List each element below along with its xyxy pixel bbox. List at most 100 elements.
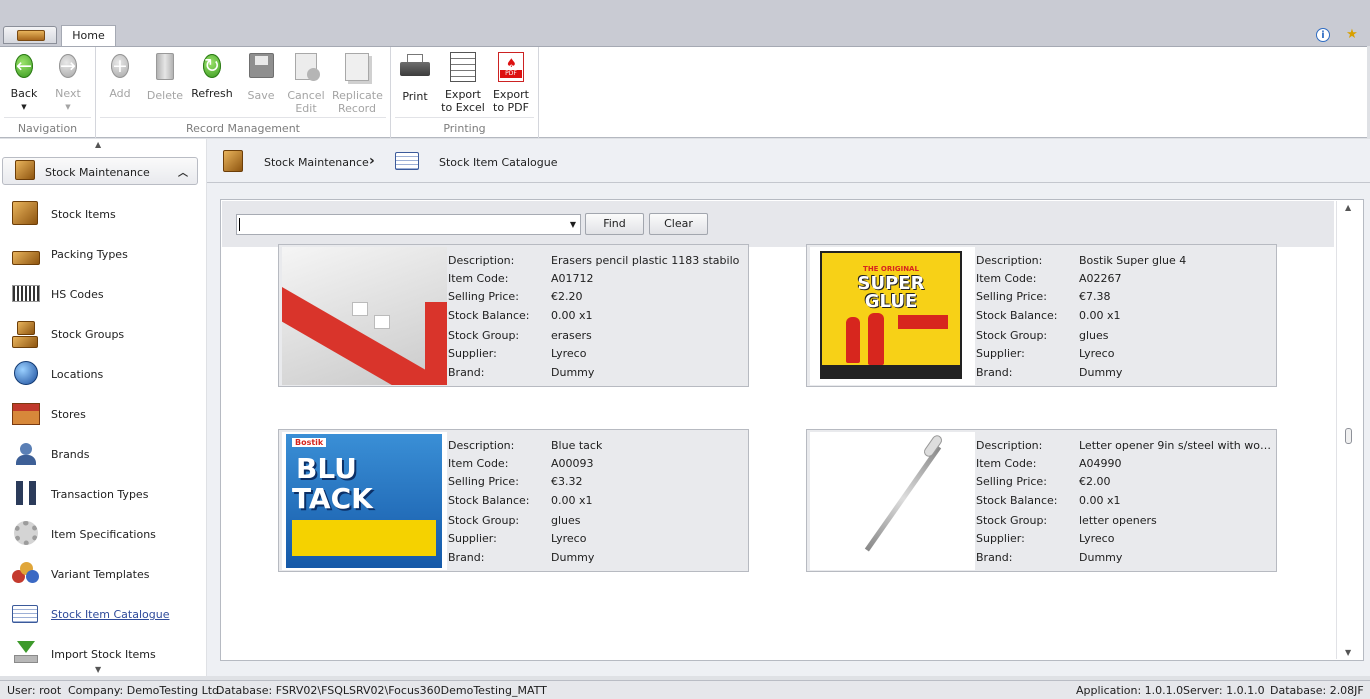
next-button[interactable]: → Next ▼: [46, 51, 90, 114]
printer-icon: [400, 54, 430, 86]
chevron-up-icon: ︿: [178, 168, 188, 179]
status-application: Application: 1.0.1.0: [1076, 684, 1184, 697]
find-button[interactable]: Find: [585, 213, 644, 235]
clear-button[interactable]: Clear: [649, 213, 708, 235]
field-value-supplier: Lyreco: [1079, 532, 1115, 545]
field-label-price: Selling Price:: [448, 290, 519, 303]
replicate-icon: [342, 53, 372, 85]
record-management-group-label: Record Management: [96, 117, 390, 135]
delete-label: Delete: [146, 89, 184, 102]
scroll-up-icon[interactable]: ▲: [1345, 203, 1351, 212]
barcode-icon: [12, 281, 40, 307]
field-label-brand: Brand:: [448, 366, 485, 379]
sidebar-item-brands[interactable]: Brands: [0, 434, 206, 474]
next-label: Next: [55, 87, 81, 100]
navigation-group-label: Navigation: [0, 117, 95, 135]
scrollbar-thumb[interactable]: [1345, 428, 1352, 444]
field-label-price: Selling Price:: [976, 290, 1047, 303]
excel-label-line1: Export: [444, 88, 481, 101]
print-button[interactable]: Print: [393, 51, 437, 103]
cancel-edit-button[interactable]: Cancel Edit: [284, 51, 328, 115]
field-label-brand: Brand:: [976, 551, 1013, 564]
sidebar-item-stock-item-catalogue[interactable]: Stock Item Catalogue: [0, 594, 206, 634]
printing-group-label: Printing: [391, 117, 538, 135]
sidebar-item-stores[interactable]: Stores: [0, 394, 206, 434]
catalogue-card[interactable]: Bostik BLU TACK Description: Blue tack Item C…: [278, 429, 749, 572]
sidebar-item-item-specifications[interactable]: Item Specifications: [0, 514, 206, 554]
sidebar-item-label: Stock Item Catalogue: [51, 608, 170, 621]
field-value-balance: 0.00 x1: [1079, 309, 1121, 322]
catalogue-card[interactable]: THE ORIGINAL SUPER GLUE Description: Bostik …: [806, 244, 1277, 387]
excel-label-line2: to Excel: [441, 101, 485, 114]
export-excel-button[interactable]: Export to Excel: [441, 51, 485, 114]
chevron-down-icon: ▼: [21, 103, 27, 111]
search-bar: ▼ Find Clear: [222, 201, 1334, 247]
add-button[interactable]: + Add: [98, 51, 142, 100]
pdf-icon: PDF ♠: [496, 52, 526, 84]
chevron-down-icon[interactable]: ▼: [570, 220, 576, 229]
save-button[interactable]: Save: [239, 51, 283, 102]
sidebar-item-label: Packing Types: [51, 248, 128, 261]
globe-icon: [12, 361, 40, 387]
cancel-edit-icon: [291, 53, 321, 85]
field-label-code: Item Code:: [976, 457, 1037, 470]
tab-home[interactable]: Home: [61, 25, 116, 47]
product-image[interactable]: THE ORIGINAL SUPER GLUE: [810, 247, 975, 385]
field-label-balance: Stock Balance:: [976, 494, 1058, 507]
sidebar-item-stock-groups[interactable]: Stock Groups: [0, 314, 206, 354]
status-user: User: root: [7, 684, 62, 697]
sidebar-item-stock-items[interactable]: Stock Items: [0, 194, 206, 234]
replicate-label-line2: Record: [337, 102, 376, 115]
catalogue-card[interactable]: Description: Erasers pencil plastic 1183 …: [278, 244, 749, 387]
field-value-code: A01712: [551, 272, 594, 285]
printing-group: Print Export to Excel PDF ♠ Export to PDF P…: [391, 47, 539, 138]
sidebar-item-label: Transaction Types: [51, 488, 149, 501]
refresh-button[interactable]: ↻ Refresh: [190, 51, 234, 100]
scroll-down-icon[interactable]: ▼: [1345, 648, 1351, 657]
stacked-boxes-icon: [12, 321, 40, 348]
sidebar-item-hs-codes[interactable]: HS Codes: [0, 274, 206, 314]
product-image[interactable]: [810, 432, 975, 570]
sidebar-item-import-stock-items[interactable]: Import Stock Items: [0, 634, 206, 674]
sidebar-scroll-up-icon[interactable]: ▲: [95, 140, 101, 149]
sidebar-item-transaction-types[interactable]: Transaction Types: [0, 474, 206, 514]
field-label-supplier: Supplier:: [448, 532, 497, 545]
replicate-record-button[interactable]: Replicate Record: [332, 51, 383, 115]
application-menu-button[interactable]: [3, 26, 57, 44]
sidebar-item-variant-templates[interactable]: Variant Templates: [0, 554, 206, 594]
pdf-icon-text: PDF: [500, 70, 522, 78]
field-value-description: Erasers pencil plastic 1183 stabilo: [551, 254, 740, 267]
sidebar-item-label: Item Specifications: [51, 528, 156, 541]
sidebar-item-packing-types[interactable]: Packing Types: [0, 234, 206, 274]
catalogue-card[interactable]: Description: Letter opener 9in s/steel wi…: [806, 429, 1277, 572]
export-pdf-button[interactable]: PDF ♠ Export to PDF: [489, 51, 533, 114]
field-label-code: Item Code:: [448, 457, 509, 470]
back-button[interactable]: ← Back ▼: [2, 51, 46, 114]
delete-button[interactable]: Delete: [143, 51, 187, 102]
sidebar: ▲ Stock Maintenance ︿ Stock Items Packing…: [0, 139, 206, 676]
field-value-brand: Dummy: [1079, 551, 1123, 564]
product-image[interactable]: Bostik BLU TACK: [282, 432, 447, 570]
sidebar-section-header[interactable]: Stock Maintenance ︿: [2, 157, 198, 185]
breadcrumb-parent[interactable]: Stock Maintenance: [264, 156, 369, 169]
gear-icon: [12, 521, 40, 547]
store-icon: [12, 401, 40, 427]
star-icon[interactable]: ★: [1345, 28, 1359, 42]
sidebar-item-locations[interactable]: Locations: [0, 354, 206, 394]
sidebar-item-label: Stock Items: [51, 208, 116, 221]
field-value-price: €3.32: [551, 475, 583, 488]
pdf-label-line2: to PDF: [493, 101, 529, 114]
vertical-scrollbar[interactable]: ▲ ▼: [1336, 201, 1363, 659]
info-icon[interactable]: i: [1316, 28, 1330, 42]
field-label-balance: Stock Balance:: [448, 309, 530, 322]
ribbon: ← Back ▼ → Next ▼ Navigation + Add Delete …: [0, 46, 1367, 138]
sidebar-scroll-down-icon[interactable]: ▼: [95, 665, 101, 674]
search-combobox[interactable]: ▼: [236, 214, 581, 235]
status-db-version: Database: 2.08JF: [1270, 684, 1364, 697]
field-value-price: €2.00: [1079, 475, 1111, 488]
field-label-description: Description:: [448, 254, 515, 267]
field-value-code: A02267: [1079, 272, 1122, 285]
product-image[interactable]: [282, 247, 447, 385]
breadcrumb: Stock Maintenance › Stock Item Catalogue: [207, 139, 1370, 183]
catalogue-icon: [395, 152, 419, 170]
